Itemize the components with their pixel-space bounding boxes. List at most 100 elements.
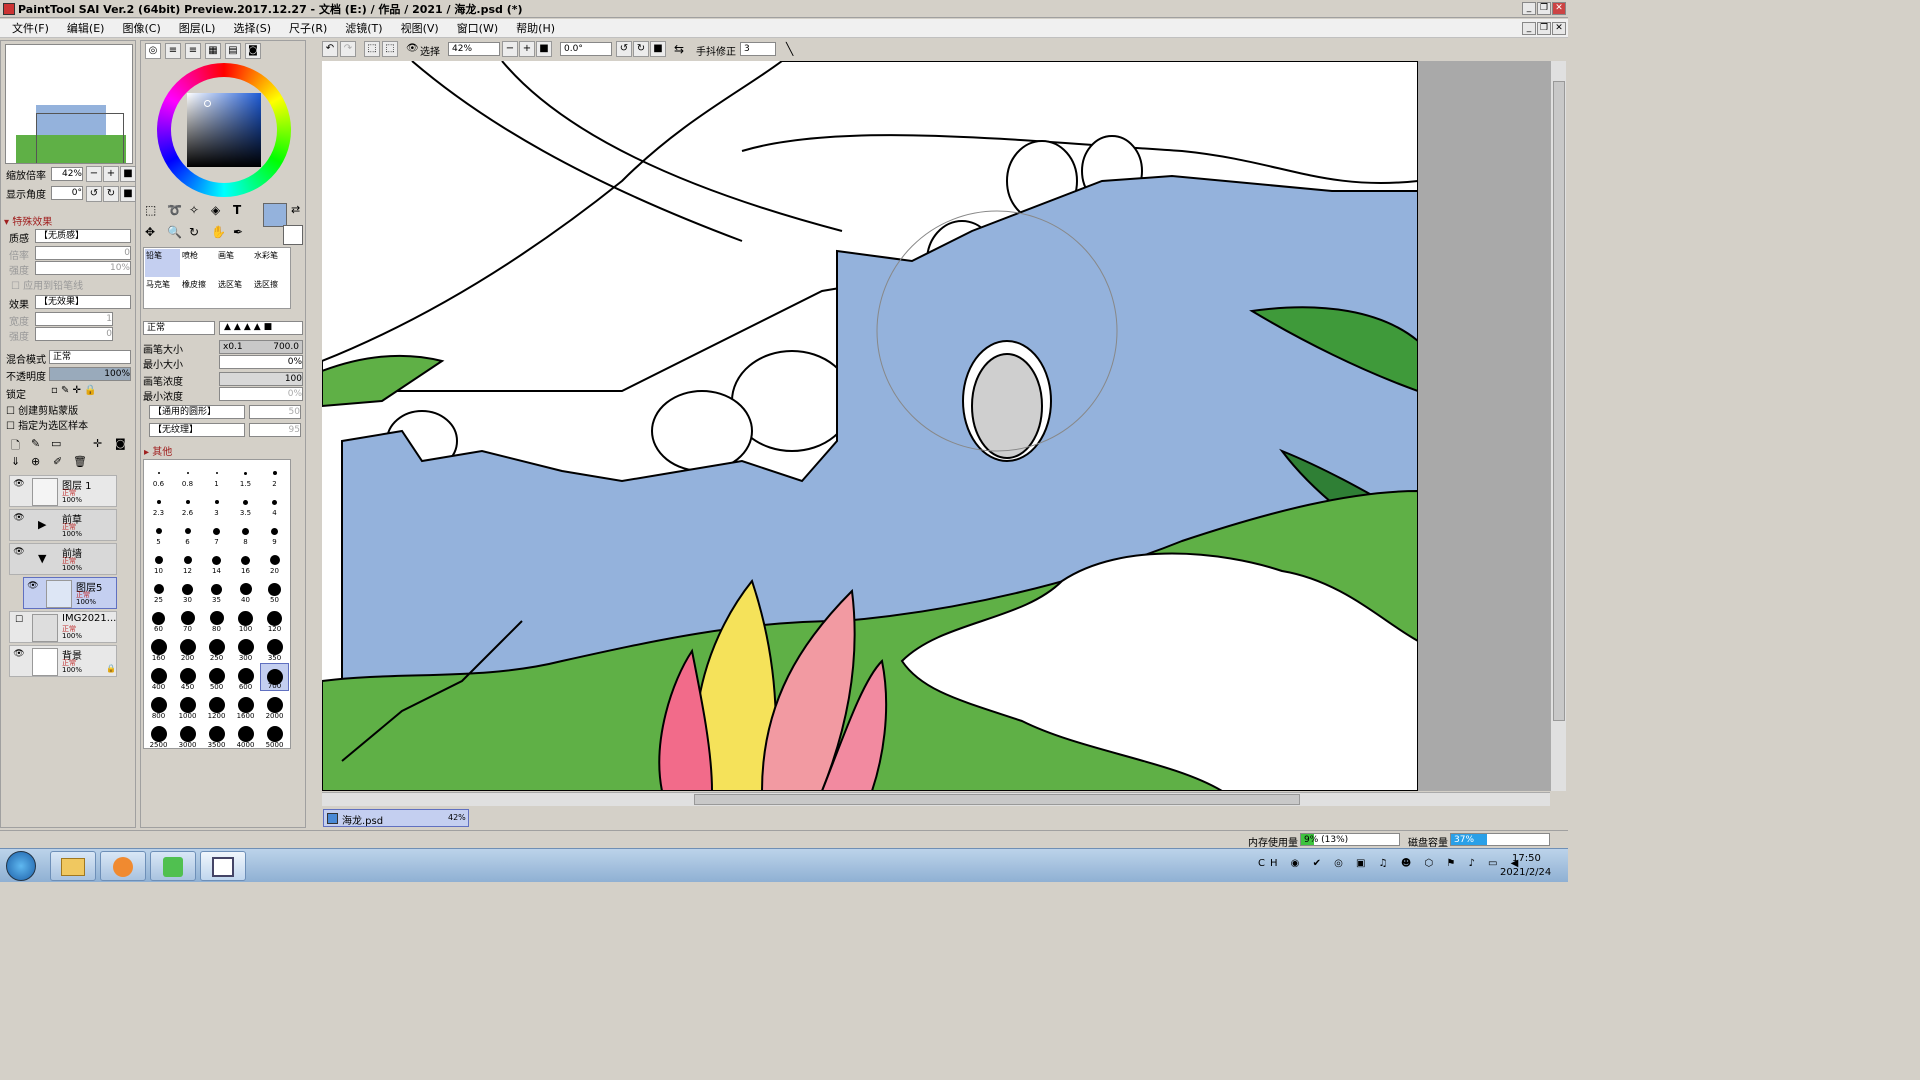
eyedropper-icon[interactable]: ✒ — [233, 225, 243, 239]
eye-icon[interactable]: 👁 — [27, 581, 39, 591]
brush-size-preset[interactable]: 1.5 — [231, 460, 260, 488]
brush-size-preset[interactable]: 35 — [202, 576, 231, 604]
clock-date[interactable]: 2021/2/24 — [1500, 867, 1551, 878]
brush-size-preset[interactable]: 4000 — [231, 721, 260, 749]
flip-horizontal-icon[interactable]: ⇆ — [674, 42, 684, 56]
eye-icon[interactable]: 👁 — [13, 513, 25, 523]
canvas-zoom-in-icon[interactable]: + — [519, 41, 535, 57]
brush-size-preset[interactable]: 700 — [260, 663, 289, 691]
taskbar-sai-button[interactable] — [200, 851, 246, 881]
brush-density-field[interactable]: 100 — [219, 372, 303, 386]
brush-size-preset[interactable]: 6 — [173, 518, 202, 546]
brush-size-preset[interactable]: 3500 — [202, 721, 231, 749]
hand-tool-icon[interactable]: ✋ — [211, 225, 226, 239]
mask-icon[interactable]: ◙ — [115, 437, 126, 450]
tray-icons[interactable]: CH ◉ ✔ ◎ ▣ ♫ ☻ ⬡ ⚑ ♪ ▭ ◀ — [1258, 858, 1523, 869]
brush-size-preset[interactable]: 160 — [144, 634, 173, 662]
select-eraser-tool[interactable]: 选区擦 — [253, 278, 288, 306]
straight-line-icon[interactable]: ╲ — [786, 42, 793, 56]
blend-mode-select[interactable]: 正常 — [49, 350, 131, 364]
brush-size-preset[interactable]: 120 — [260, 605, 289, 633]
layer-folder-row[interactable]: 👁 ▼ 前墙 正常 100% — [9, 543, 117, 575]
folder-collapse-icon[interactable]: ▼ — [38, 552, 46, 565]
doc-restore-button[interactable]: ❐ — [1537, 22, 1551, 35]
brush-texture-select[interactable]: 【无纹理】 — [149, 423, 245, 437]
brush-size-preset[interactable]: 1200 — [202, 692, 231, 720]
brush-size-preset[interactable]: 1000 — [173, 692, 202, 720]
brush-size-field[interactable]: x0.1 700.0 — [219, 340, 303, 354]
zoom-field[interactable]: 42% — [51, 167, 83, 181]
brush-size-preset[interactable]: 0.6 — [144, 460, 173, 488]
clip-mask-checkbox[interactable]: ☐ 创建剪贴蒙版 — [6, 402, 78, 417]
canvas-horizontal-scrollbar[interactable] — [322, 792, 1550, 806]
zoom-in-button[interactable]: + — [103, 166, 119, 182]
brush-size-preset[interactable]: 16 — [231, 547, 260, 575]
rotate-right-button[interactable]: ↻ — [103, 186, 119, 202]
duplicate-layer-icon[interactable]: ⊕ — [31, 455, 40, 468]
close-button[interactable]: ✕ — [1552, 2, 1566, 15]
canvas-rotate-reset-icon[interactable]: ■ — [650, 41, 666, 57]
brush-size-preset[interactable]: 20 — [260, 547, 289, 575]
texture-select[interactable]: 【无质感】 — [35, 229, 131, 243]
rotate-tool-icon[interactable]: ↻ — [189, 225, 199, 239]
brush-size-preset[interactable]: 350 — [260, 634, 289, 662]
brush-size-preset[interactable]: 600 — [231, 663, 260, 691]
doc-close-button[interactable]: ✕ — [1552, 22, 1566, 35]
marker-tool[interactable]: 马克笔 — [145, 278, 180, 306]
angle-field[interactable]: 0° — [51, 186, 83, 200]
brush-size-preset[interactable]: 14 — [202, 547, 231, 575]
swatches-tab-icon[interactable]: ▦ — [205, 43, 221, 59]
brush-shape-buttons[interactable]: ▲▲▲▲■ — [219, 321, 303, 335]
canvas-rotate-left-icon[interactable]: ↺ — [616, 41, 632, 57]
brush-size-preset[interactable]: 2.6 — [173, 489, 202, 517]
brush-shape-select[interactable]: 【通用的圆形】 — [149, 405, 245, 419]
zoom-reset-button[interactable]: ■ — [120, 166, 136, 182]
undo-icon[interactable]: ↶ — [322, 41, 338, 57]
brush-size-preset[interactable]: 40 — [231, 576, 260, 604]
delete-layer-icon[interactable]: 🗑 — [73, 455, 87, 468]
brush-size-preset[interactable]: 500 — [202, 663, 231, 691]
brush-size-preset[interactable]: 10 — [144, 547, 173, 575]
move-tool-icon[interactable]: ✥ — [145, 225, 155, 239]
eye-hidden-icon[interactable]: ☐ — [13, 615, 25, 625]
brush-size-preset[interactable]: 1600 — [231, 692, 260, 720]
apply-pencil-checkbox[interactable]: ☐ 应用到铅笔线 — [11, 277, 83, 292]
invert-selection-icon[interactable]: ⬚ — [382, 41, 398, 57]
brush-size-preset[interactable]: 5000 — [260, 721, 289, 749]
min-density-field[interactable]: 0% — [219, 387, 303, 401]
eye-icon[interactable]: 👁 — [13, 479, 25, 489]
brush-size-preset[interactable]: 2500 — [144, 721, 173, 749]
brush-size-preset[interactable]: 12 — [173, 547, 202, 575]
color-picker-cursor[interactable] — [204, 100, 211, 107]
artwork-canvas[interactable] — [322, 61, 1418, 791]
taskbar-app-button[interactable] — [100, 851, 146, 881]
brush-size-preset[interactable]: 800 — [144, 692, 173, 720]
brush-mode-select[interactable]: 正常 — [143, 321, 215, 335]
eye-icon[interactable]: 👁 — [13, 547, 25, 557]
navigator-viewport[interactable] — [36, 113, 124, 163]
brush-size-preset[interactable]: 0.8 — [173, 460, 202, 488]
taskbar-media-button[interactable] — [150, 851, 196, 881]
layer-row[interactable]: 👁 背景 正常 100% 🔒 — [9, 645, 117, 677]
brush-size-preset[interactable]: 200 — [173, 634, 202, 662]
merge-down-icon[interactable]: ⇓ — [11, 455, 20, 468]
menu-help[interactable]: 帮助(H) — [516, 20, 555, 36]
brush-size-preset[interactable]: 3000 — [173, 721, 202, 749]
brush-size-preset[interactable]: 7 — [202, 518, 231, 546]
brush-size-preset[interactable]: 2 — [260, 460, 289, 488]
menu-layer[interactable]: 图层(L) — [179, 20, 216, 36]
eraser-tool[interactable]: 橡皮擦 — [181, 278, 216, 306]
secondary-color-swatch[interactable] — [283, 225, 303, 245]
zoom-tool-icon[interactable]: 🔍 — [167, 225, 182, 239]
canvas-rotate-right-icon[interactable]: ↻ — [633, 41, 649, 57]
swap-color-icon[interactable]: ⇄ — [291, 203, 300, 216]
layer-row-selected[interactable]: 👁 图层5 正常 100% — [23, 577, 117, 609]
brush-size-preset[interactable]: 25 — [144, 576, 173, 604]
pencil-tool[interactable]: 铅笔 — [145, 249, 180, 277]
airbrush-tool[interactable]: 喷枪 — [181, 249, 216, 277]
brush-size-preset[interactable]: 80 — [202, 605, 231, 633]
magic-wand-icon[interactable]: ✧ — [189, 203, 199, 217]
menu-file[interactable]: 文件(F) — [12, 20, 49, 36]
brush-size-preset[interactable]: 300 — [231, 634, 260, 662]
canvas-zoom-select[interactable]: 42% — [448, 42, 500, 56]
